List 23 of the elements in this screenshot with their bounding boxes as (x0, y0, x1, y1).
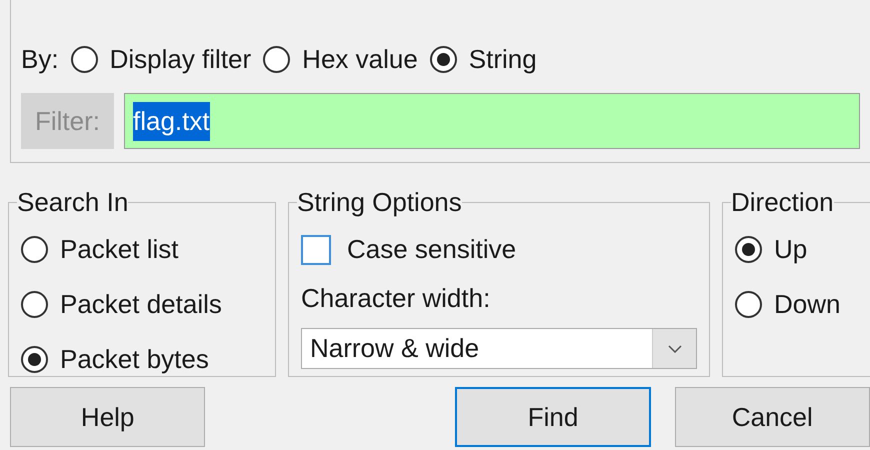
radio-button[interactable]: Packet details (21, 285, 263, 324)
group-title: Direction (731, 186, 834, 219)
checkbox-label: Case sensitive (347, 233, 516, 266)
dialog-button[interactable]: Help (10, 387, 206, 447)
filter-label: Filter: (21, 93, 114, 149)
character-width-dropdown[interactable]: Narrow & wide (301, 328, 697, 369)
character-width-label: Character width: (301, 282, 492, 315)
radio-button[interactable]: Hex value (263, 40, 418, 79)
radio-button[interactable]: Down (735, 285, 870, 324)
radio-button[interactable]: Display filter (70, 40, 252, 79)
radio-button[interactable]: Up (735, 230, 870, 269)
filter-value: flag.txt (133, 102, 210, 140)
dialog-button[interactable]: Find (455, 387, 651, 447)
group-title: String Options (297, 186, 462, 219)
chevron-down-icon (668, 344, 682, 352)
group-title: Search In (17, 186, 128, 219)
radio-button[interactable]: Packet list (21, 230, 263, 269)
radio-button[interactable]: String (430, 40, 537, 79)
dialog-button[interactable]: Cancel (674, 387, 870, 447)
radio-button[interactable]: Packet bytes (21, 340, 263, 379)
by-label: By: (21, 43, 59, 76)
checkbox[interactable] (301, 234, 331, 264)
filter-field[interactable]: flag.txt (124, 93, 860, 149)
